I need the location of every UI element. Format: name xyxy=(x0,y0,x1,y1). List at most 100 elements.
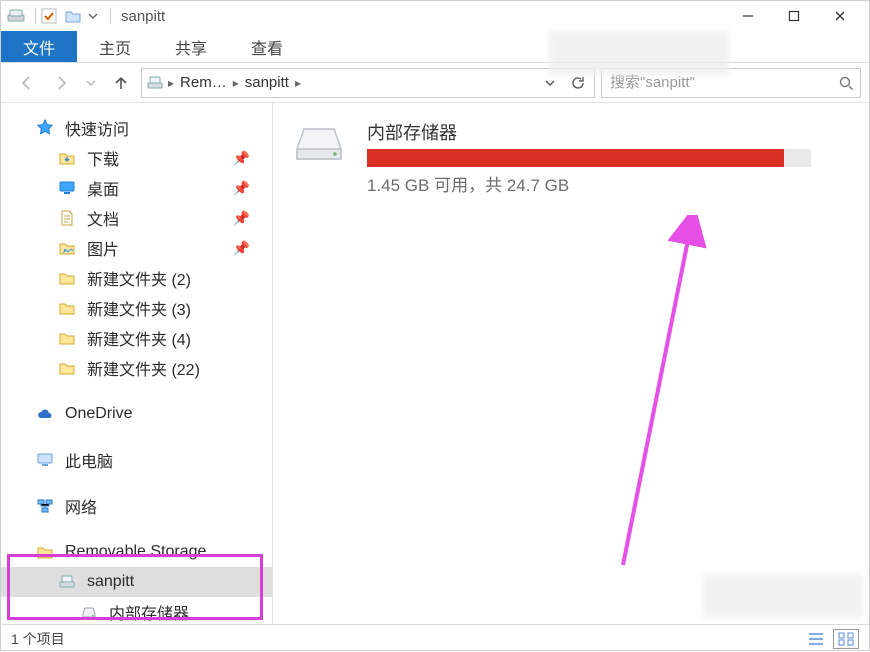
folder-icon xyxy=(57,149,77,167)
pin-icon: 📌 xyxy=(233,240,250,257)
chevron-right-icon[interactable]: ▸ xyxy=(295,76,301,90)
close-button[interactable] xyxy=(817,1,863,31)
tab-file[interactable]: 文件 xyxy=(1,31,77,62)
desktop-icon xyxy=(57,179,77,197)
pin-icon: 📌 xyxy=(233,210,250,227)
tab-label: 查看 xyxy=(251,35,283,59)
tree-item-label: 网络 xyxy=(65,494,97,518)
tree-item-label: 新建文件夹 (22) xyxy=(87,356,200,380)
pin-icon: 📌 xyxy=(233,180,250,197)
tab-home[interactable]: 主页 xyxy=(77,31,153,62)
sidebar-internal-storage[interactable]: 内部存储器 xyxy=(1,597,272,624)
storage-usage-bar xyxy=(367,149,811,167)
status-bar: 1 个项目 xyxy=(1,624,869,652)
breadcrumb-label: Rem… xyxy=(180,74,227,91)
tree-item-label: 下载 xyxy=(87,146,119,170)
tree-item-label: 桌面 xyxy=(87,176,119,200)
separator xyxy=(35,8,36,24)
sidebar-item-folder[interactable]: 新建文件夹 (4) xyxy=(1,323,272,353)
tree-item-label: OneDrive xyxy=(65,405,133,423)
tree-item-label: 图片 xyxy=(87,236,119,260)
chevron-right-icon[interactable]: ▸ xyxy=(168,76,174,90)
storage-title: 内部存储器 xyxy=(367,119,811,145)
content-pane[interactable]: 内部存储器 1.45 GB 可用，共 24.7 GB xyxy=(273,103,869,624)
sidebar-item-folder[interactable]: 新建文件夹 (2) xyxy=(1,263,272,293)
main-area: 快速访问 下载 📌 桌面 📌 文档 📌 图片 📌 新建文件夹 (2) xyxy=(1,103,869,624)
sidebar-item-folder[interactable]: 新建文件夹 (22) xyxy=(1,353,272,383)
star-icon xyxy=(35,119,55,137)
folder-icon xyxy=(57,299,77,317)
storage-subtitle: 1.45 GB 可用，共 24.7 GB xyxy=(367,171,811,196)
folder-icon xyxy=(57,359,77,377)
sidebar-network[interactable]: 网络 xyxy=(1,491,272,521)
blurred-region xyxy=(549,31,729,75)
drive-icon xyxy=(79,603,99,621)
qat-properties-icon[interactable] xyxy=(40,7,58,25)
chevron-right-icon[interactable]: ▸ xyxy=(233,76,239,90)
tab-share[interactable]: 共享 xyxy=(153,31,229,62)
tree-item-label: sanpitt xyxy=(87,573,134,591)
sidebar-item-downloads[interactable]: 下载 📌 xyxy=(1,143,272,173)
sidebar-quick-access[interactable]: 快速访问 xyxy=(1,113,272,143)
view-large-icons-button[interactable] xyxy=(833,629,859,649)
sidebar-item-desktop[interactable]: 桌面 📌 xyxy=(1,173,272,203)
sidebar-item-documents[interactable]: 文档 📌 xyxy=(1,203,272,233)
qat-newfolder-icon[interactable] xyxy=(64,7,82,25)
folder-icon xyxy=(57,329,77,347)
search-icon[interactable] xyxy=(838,75,854,91)
nav-back-button[interactable] xyxy=(13,69,41,97)
separator xyxy=(110,8,111,24)
navigation-pane: 快速访问 下载 📌 桌面 📌 文档 📌 图片 📌 新建文件夹 (2) xyxy=(1,103,273,624)
breadcrumb-label: sanpitt xyxy=(245,74,289,91)
tree-item-label: 新建文件夹 (4) xyxy=(87,326,191,350)
maximize-button[interactable] xyxy=(771,1,817,31)
nav-up-button[interactable] xyxy=(107,69,135,97)
window-title: sanpitt xyxy=(121,8,165,25)
sidebar-onedrive[interactable]: OneDrive xyxy=(1,399,272,429)
tree-item-label: 此电脑 xyxy=(65,448,113,472)
tree-item-label: 新建文件夹 (3) xyxy=(87,296,191,320)
cloud-icon xyxy=(35,405,55,423)
tree-item-label: 快速访问 xyxy=(65,116,129,140)
tab-label: 共享 xyxy=(175,35,207,59)
network-icon xyxy=(35,497,55,515)
device-icon xyxy=(57,573,77,591)
nav-forward-button[interactable] xyxy=(47,69,75,97)
pin-icon: 📌 xyxy=(233,150,250,167)
tab-label: 文件 xyxy=(23,35,55,59)
blurred-region xyxy=(703,574,863,618)
address-bar[interactable]: ▸ Rem… ▸ sanpitt ▸ xyxy=(141,68,595,98)
qat-dropdown-icon[interactable] xyxy=(88,11,100,21)
storage-usage-fill xyxy=(367,149,784,167)
breadcrumb-item[interactable]: sanpitt xyxy=(243,74,291,91)
sidebar-sanpitt[interactable]: sanpitt xyxy=(1,567,272,597)
status-item-count: 1 个项目 xyxy=(11,629,65,649)
folder-icon xyxy=(57,269,77,287)
search-input[interactable] xyxy=(608,73,838,92)
tab-view[interactable]: 查看 xyxy=(229,31,305,62)
pictures-icon xyxy=(57,239,77,257)
annotation-arrow xyxy=(613,215,733,575)
titlebar: sanpitt xyxy=(1,1,869,31)
ribbon-tabs: 文件 主页 共享 查看 xyxy=(1,31,869,63)
nav-recent-dropdown[interactable] xyxy=(81,69,101,97)
view-details-button[interactable] xyxy=(803,629,829,649)
tree-item-label: 内部存储器 xyxy=(109,600,189,624)
pc-icon xyxy=(35,451,55,469)
tree-item-label: 文档 xyxy=(87,206,119,230)
tree-item-label: 新建文件夹 (2) xyxy=(87,266,191,290)
breadcrumb-item[interactable]: Rem… xyxy=(178,74,229,91)
sidebar-item-pictures[interactable]: 图片 📌 xyxy=(1,233,272,263)
drive-icon xyxy=(291,123,347,165)
sidebar-removable-storage[interactable]: Removable Storage xyxy=(1,537,272,567)
sidebar-this-pc[interactable]: 此电脑 xyxy=(1,445,272,475)
storage-item[interactable]: 内部存储器 1.45 GB 可用，共 24.7 GB xyxy=(291,119,811,196)
sidebar-item-folder[interactable]: 新建文件夹 (3) xyxy=(1,293,272,323)
device-icon xyxy=(146,74,164,92)
minimize-button[interactable] xyxy=(725,1,771,31)
nav-row: ▸ Rem… ▸ sanpitt ▸ xyxy=(1,63,869,103)
tab-label: 主页 xyxy=(99,35,131,59)
documents-icon xyxy=(57,209,77,227)
app-icon xyxy=(7,7,25,25)
folder-icon xyxy=(35,543,55,561)
